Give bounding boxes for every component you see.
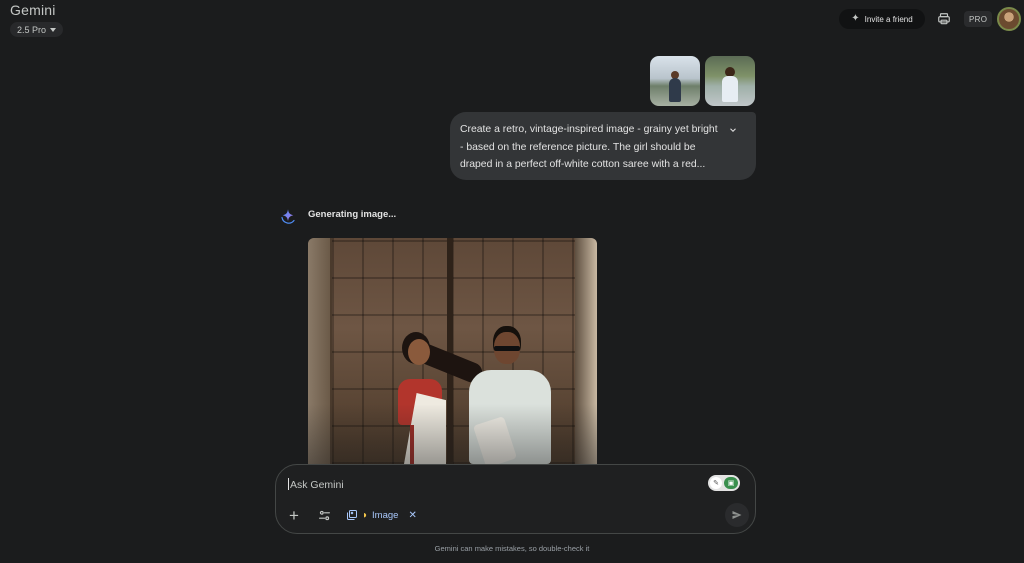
- image-tool-chip[interactable]: ◗ Image ✕: [346, 507, 417, 523]
- prompt-placeholder: Ask Gemini: [290, 479, 344, 491]
- user-message-bubble: Create a retro, vintage-inspired image -…: [450, 112, 756, 180]
- prompt-input-box[interactable]: Ask Gemini ✎ ▣ + ◗ Image ✕: [275, 464, 756, 534]
- prompt-input[interactable]: Ask Gemini: [288, 478, 344, 491]
- printer-icon[interactable]: [937, 12, 951, 26]
- chevron-down-icon[interactable]: [728, 125, 738, 135]
- image-icon: [347, 510, 357, 520]
- robot-icon: ▣: [724, 477, 738, 489]
- app-title: Gemini: [10, 2, 56, 18]
- model-label: 2.5 Pro: [17, 24, 47, 35]
- send-icon: [732, 511, 742, 519]
- app-brand[interactable]: Gemini: [10, 2, 56, 18]
- invite-friend-button[interactable]: ✦ Invite a friend: [839, 9, 925, 29]
- generation-status: Generating image...: [308, 209, 397, 220]
- image-chip-label: Image: [372, 509, 399, 521]
- reference-image-1[interactable]: [650, 56, 700, 106]
- gemini-spark-icon: [281, 209, 295, 224]
- thumb-person-body: [722, 76, 738, 102]
- feather-icon: ✎: [710, 477, 722, 489]
- account-avatar[interactable]: [997, 7, 1021, 31]
- sunglasses: [494, 346, 520, 351]
- invite-label: Invite a friend: [864, 14, 913, 24]
- mode-toggle[interactable]: ✎ ▣: [708, 475, 740, 491]
- model-selector[interactable]: 2.5 Pro: [10, 22, 64, 37]
- woman-head: [408, 339, 430, 365]
- close-icon[interactable]: ✕: [408, 510, 416, 521]
- tools-sliders-icon[interactable]: [314, 505, 334, 525]
- caret-down-icon: [50, 27, 57, 32]
- send-button[interactable]: [725, 503, 749, 527]
- reference-image-2[interactable]: [705, 56, 755, 106]
- image-fade: [308, 404, 597, 464]
- user-message-text: Create a retro, vintage-inspired image -…: [460, 124, 718, 170]
- pro-badge[interactable]: PRO: [964, 11, 993, 27]
- thumb-person-body: [669, 78, 681, 102]
- disclaimer: Gemini can make mistakes, so double-chec…: [434, 544, 590, 553]
- text-cursor: [288, 478, 289, 490]
- plus-icon[interactable]: +: [284, 505, 304, 525]
- generated-image[interactable]: [308, 238, 597, 464]
- sparkle-icon: ✦: [851, 13, 860, 24]
- banana-icon: ◗: [362, 509, 369, 521]
